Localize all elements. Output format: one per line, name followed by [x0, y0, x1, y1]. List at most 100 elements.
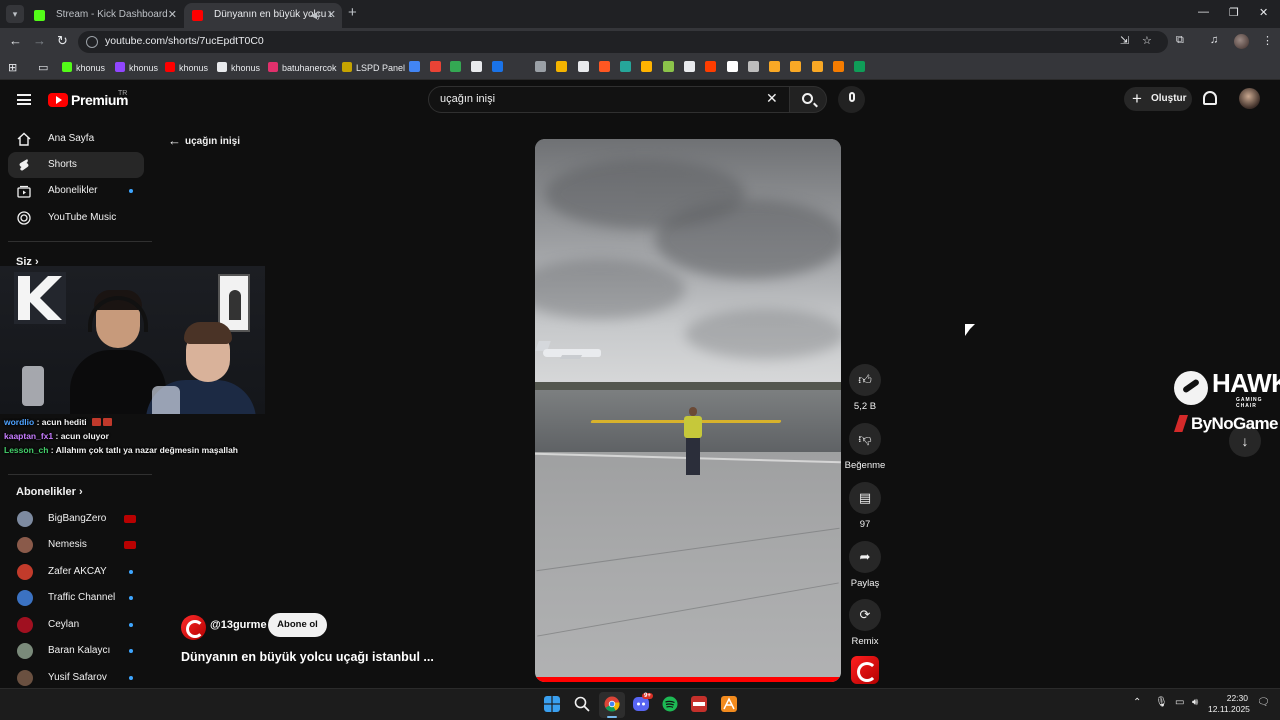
sidebar-item-shorts[interactable]: Shorts — [8, 152, 144, 178]
search-input[interactable]: uçağın inişi — [428, 86, 790, 113]
voice-search-button[interactable] — [838, 86, 865, 113]
video-progress-bar[interactable] — [535, 677, 841, 682]
tab-close-icon[interactable]: ✕ — [327, 3, 336, 27]
microphone-tray-icon[interactable]: 🎙︎ — [1155, 697, 1168, 708]
channel-thumbnail[interactable] — [851, 656, 879, 684]
bookmark-x[interactable]: khonus — [217, 61, 260, 75]
subscribe-button[interactable]: Abone ol — [268, 613, 327, 637]
bookmark-kick[interactable]: khonus — [62, 61, 105, 75]
tab-close-icon[interactable]: ✕ — [168, 3, 177, 27]
bookmark-gmail-icon[interactable] — [409, 61, 420, 72]
sidebar-channel-nemesis[interactable]: Nemesis — [8, 532, 144, 558]
bookmark-site-icon[interactable] — [641, 61, 652, 72]
folder-icon[interactable]: ▭ — [38, 61, 48, 75]
sidebar-item-home[interactable]: Ana Sayfa — [8, 126, 144, 152]
channel-avatar — [17, 670, 33, 686]
bookmark-site-icon[interactable] — [471, 61, 482, 72]
minimize-icon[interactable]: — — [1198, 6, 1209, 18]
short-video-player[interactable] — [535, 139, 841, 682]
bookmark-game-icon[interactable] — [599, 61, 610, 72]
bookmark-site-icon[interactable] — [556, 61, 567, 72]
notifications-bell-icon[interactable] — [1203, 91, 1217, 105]
bookmark-sheets-icon[interactable] — [854, 61, 865, 72]
bookmark-gmail-icon[interactable] — [430, 61, 441, 72]
channel-handle[interactable]: @13gurme — [210, 619, 267, 631]
obs-icon[interactable] — [691, 696, 707, 712]
share-button[interactable]: ➦ Paylaş — [842, 541, 888, 589]
app-icon[interactable] — [721, 696, 737, 712]
bookmark-site-icon[interactable] — [663, 61, 674, 72]
back-icon[interactable]: ← — [9, 33, 22, 48]
account-avatar[interactable] — [1239, 88, 1260, 109]
bookmark-game-icon[interactable] — [705, 61, 716, 72]
notification-center-icon[interactable]: 🗨︎ — [1257, 697, 1270, 708]
sidebar-channel-ceylan[interactable]: Ceylan — [8, 612, 144, 638]
short-title[interactable]: Dünyanın en büyük yolcu uçağı istanbul .… — [181, 650, 434, 664]
bookmark-site-icon[interactable] — [812, 61, 823, 72]
restore-icon[interactable]: ❐ — [1229, 6, 1239, 19]
tab-search-button[interactable]: ▾ — [6, 5, 24, 23]
volume-icon[interactable]: 🔊︎ — [1192, 697, 1198, 708]
new-content-dot — [129, 596, 133, 600]
bookmark-site-icon[interactable] — [769, 61, 780, 72]
media-control-icon[interactable]: ♫ — [1210, 34, 1218, 46]
tab-kick-dashboard[interactable]: Stream - Kick Dashboard ✕ — [26, 3, 183, 28]
network-icon[interactable]: ▭ — [1175, 697, 1184, 708]
bookmark-site-icon[interactable] — [748, 61, 759, 72]
taskbar-search-icon[interactable] — [574, 696, 590, 712]
subscriptions-section-heading[interactable]: Abonelikler › — [16, 486, 83, 498]
sidebar-channel-bigbangzero[interactable]: BigBangZero — [8, 506, 144, 532]
forward-icon[interactable]: → — [33, 33, 46, 48]
window-close-icon[interactable]: ✕ — [1259, 6, 1268, 19]
install-app-icon[interactable]: ⇲ — [1120, 34, 1129, 47]
bookmark-site-icon[interactable] — [833, 61, 844, 72]
taskbar-clock[interactable]: 22:30 12.11.2025 — [1208, 693, 1250, 715]
bookmark-site-icon[interactable] — [727, 61, 738, 72]
bookmark-lspd[interactable]: LSPD Panel — [342, 61, 405, 75]
kick-icon — [62, 62, 72, 72]
bookmark-twitch[interactable]: khonus — [115, 61, 158, 75]
tab-youtube-short[interactable]: Dünyanın en büyük yolcu uçağı ◀) ✕ — [184, 3, 342, 28]
create-button[interactable]: + Oluştur — [1124, 87, 1192, 111]
clear-search-icon[interactable]: ✕ — [766, 90, 778, 107]
search-button[interactable] — [789, 86, 827, 113]
comments-button[interactable]: ▤ 97 — [842, 482, 888, 530]
extensions-icon[interactable]: ⧉ — [1176, 34, 1184, 47]
bookmark-gmail-icon[interactable] — [450, 61, 461, 72]
back-to-search-link[interactable]: ← uçağın inişi — [168, 133, 240, 148]
bookmark-youtube[interactable]: khonus — [165, 61, 208, 75]
sidebar-item-subscriptions[interactable]: Abonelikler — [8, 178, 144, 204]
sidebar-item-youtube-music[interactable]: YouTube Music — [8, 205, 144, 231]
sidebar-channel-traffic-channel[interactable]: Traffic Channel — [8, 585, 144, 611]
apps-grid-icon[interactable]: ⊞ — [8, 61, 17, 75]
dislike-button[interactable]: 👎︎ Beğenme — [842, 423, 888, 471]
live-indicator-icon — [124, 515, 136, 523]
site-info-icon[interactable] — [86, 36, 98, 48]
new-tab-button[interactable]: + — [348, 4, 357, 21]
youtube-logo-icon[interactable] — [48, 93, 68, 107]
hawk-logo-icon — [1174, 371, 1208, 405]
bookmark-site-icon[interactable] — [620, 61, 631, 72]
bookmark-doc-icon[interactable] — [535, 61, 546, 72]
channel-avatar[interactable] — [181, 615, 206, 640]
browser-profile-avatar[interactable] — [1234, 34, 1249, 49]
like-button[interactable]: 👍︎ 5,2 B — [842, 364, 888, 412]
address-bar[interactable]: youtube.com/shorts/7ucEpdtT0C0 — [78, 31, 1168, 53]
bookmark-site-icon[interactable] — [684, 61, 695, 72]
bookmark-instagram[interactable]: batuhanercok — [268, 61, 337, 75]
tray-overflow-icon[interactable]: ⌃ — [1133, 697, 1141, 708]
speaker-icon[interactable]: ◀) — [310, 3, 320, 27]
bookmark-image-icon[interactable] — [578, 61, 589, 72]
bookmark-site-icon[interactable] — [790, 61, 801, 72]
reload-icon[interactable]: ↻ — [57, 33, 68, 49]
bookmark-star-icon[interactable]: ☆ — [1142, 34, 1152, 47]
bookmark-shield-icon[interactable] — [492, 61, 503, 72]
chrome-icon[interactable] — [604, 696, 620, 712]
windows-start-icon[interactable] — [544, 696, 560, 712]
remix-button[interactable]: ⟳ Remix — [842, 599, 888, 647]
chrome-menu-icon[interactable]: ⋮ — [1262, 34, 1273, 47]
menu-icon[interactable] — [17, 94, 31, 105]
sidebar-channel-zafer-akcay[interactable]: Zafer AKCAY — [8, 559, 144, 585]
spotify-icon[interactable] — [662, 696, 678, 712]
sidebar-channel-baran-kalayci[interactable]: Baran Kalaycı — [8, 638, 144, 664]
